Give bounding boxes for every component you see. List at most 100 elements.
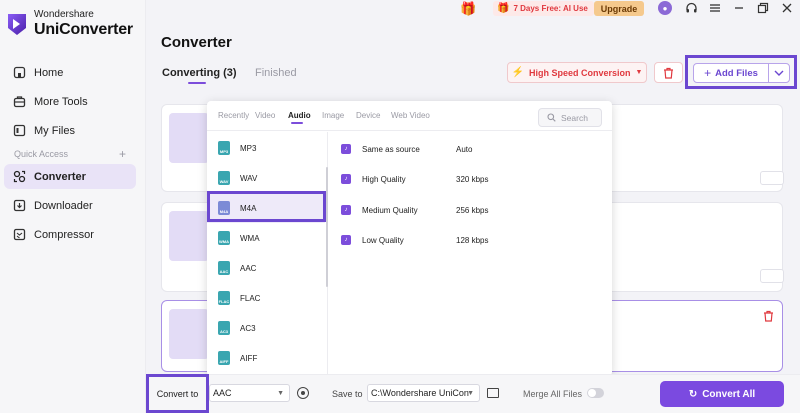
convert-all-label: Convert All <box>702 388 756 400</box>
tab-audio[interactable]: Audio <box>288 111 311 120</box>
free-trial-promo-button[interactable]: 🎁 7 Days Free: AI Use <box>493 1 594 16</box>
delete-all-button[interactable] <box>654 62 683 83</box>
quality-option[interactable]: ♪ High Quality 320 kbps <box>329 164 612 194</box>
quality-option[interactable]: ♪ Medium Quality 256 kbps <box>329 195 612 225</box>
menu-icon[interactable] <box>708 1 722 15</box>
add-files-button[interactable]: + Add Files <box>694 64 769 82</box>
sidebar-item-my-files[interactable]: My Files <box>4 118 136 143</box>
lightning-icon: ⚡ <box>511 67 524 78</box>
merge-all-files-label: Merge All Files <box>523 389 583 399</box>
card-dropdown[interactable] <box>760 171 784 185</box>
tab-image[interactable]: Image <box>322 111 344 120</box>
add-files-highlight: + Add Files <box>685 55 797 89</box>
caret-down-icon: ▼ <box>277 390 284 397</box>
toolbox-icon <box>12 95 26 109</box>
sidebar-item-converter[interactable]: Converter <box>4 164 136 189</box>
trash-icon <box>664 67 673 79</box>
sidebar-item-more-tools[interactable]: More Tools <box>4 89 136 114</box>
minimize-icon[interactable] <box>732 1 746 15</box>
tab-device[interactable]: Device <box>356 111 380 120</box>
avatar[interactable]: ● <box>658 1 672 15</box>
quick-access-label: Quick Access <box>14 149 69 159</box>
file-thumbnail <box>169 113 209 163</box>
tab-converting[interactable]: Converting (3) <box>162 67 237 79</box>
quality-option[interactable]: ♪ Low Quality 128 kbps <box>329 225 612 255</box>
sidebar-item-home[interactable]: Home <box>4 60 136 85</box>
title-bar: 🎁 🎁 7 Days Free: AI Use Upgrade ● <box>146 0 800 18</box>
plus-icon: + <box>704 66 712 80</box>
settings-icon[interactable] <box>297 387 309 399</box>
headset-support-icon[interactable] <box>684 1 698 15</box>
save-to-value: C:\Wondershare UniCon <box>371 388 469 398</box>
gift-icon: 🎁 <box>497 3 510 14</box>
format-list-scrollbar[interactable] <box>326 167 328 287</box>
format-item-aiff[interactable]: AIFF AIFF <box>207 343 325 373</box>
add-files-control: + Add Files <box>693 63 790 83</box>
app-name: UniConverter <box>34 21 133 38</box>
music-note-icon: ♪ <box>341 205 351 215</box>
music-note-icon: ♪ <box>341 174 351 184</box>
app-logo: Wondershare UniConverter <box>6 10 133 38</box>
tab-web-video[interactable]: Web Video <box>391 111 430 120</box>
home-icon <box>12 66 26 80</box>
sidebar-item-downloader[interactable]: Downloader <box>4 193 136 218</box>
page-title: Converter <box>161 34 232 51</box>
music-note-icon: ♪ <box>341 144 351 154</box>
convert-to-label[interactable]: Convert to <box>146 374 209 413</box>
convert-all-button[interactable]: ↻ Convert All <box>660 381 784 407</box>
m4a-highlight-box <box>207 191 326 222</box>
music-note-icon: ♪ <box>341 235 351 245</box>
file-thumbnail <box>169 211 209 261</box>
sidebar: Wondershare UniConverter Home More Tools… <box>0 0 146 413</box>
high-speed-label: High Speed Conversion <box>529 67 631 78</box>
sidebar-item-label: More Tools <box>34 95 88 108</box>
restore-icon[interactable] <box>756 1 770 15</box>
search-placeholder: Search <box>561 112 588 123</box>
app-brand: Wondershare <box>34 9 94 20</box>
tab-video[interactable]: Video <box>255 111 275 120</box>
sidebar-item-label: Downloader <box>34 199 93 212</box>
format-item-wma[interactable]: WMA WMA <box>207 223 325 253</box>
add-quick-access-icon[interactable]: + <box>119 147 126 161</box>
tab-finished[interactable]: Finished <box>255 67 297 79</box>
audio-file-icon: MP3 <box>218 141 230 155</box>
trash-icon[interactable] <box>763 309 774 327</box>
add-files-dropdown[interactable] <box>769 64 789 82</box>
active-tab-indicator <box>188 82 206 84</box>
search-icon <box>547 113 556 122</box>
upgrade-button[interactable]: Upgrade <box>594 1 644 16</box>
card-dropdown[interactable] <box>760 269 784 283</box>
close-icon[interactable] <box>780 1 794 15</box>
audio-file-icon: WAV <box>218 171 230 185</box>
converter-icon <box>12 170 26 184</box>
tab-recently[interactable]: Recently <box>218 111 249 120</box>
quality-option[interactable]: ♪ Same as source Auto <box>329 134 612 164</box>
audio-file-icon: AC3 <box>218 321 230 335</box>
compress-icon <box>12 228 26 242</box>
download-icon <box>12 199 26 213</box>
save-to-select[interactable]: C:\Wondershare UniCon ▼ <box>367 384 480 402</box>
merge-all-files-toggle[interactable] <box>587 388 604 398</box>
sidebar-item-compressor[interactable]: Compressor <box>4 222 136 247</box>
folder-icon[interactable] <box>487 388 499 398</box>
format-item-flac[interactable]: FLAC FLAC <box>207 283 325 313</box>
format-item-aac[interactable]: AAC AAC <box>207 253 325 283</box>
save-to-label: Save to <box>332 389 363 399</box>
format-category-tabs: Recently Video Audio Image Device Web Vi… <box>207 101 612 131</box>
format-item-ac3[interactable]: AC3 AC3 <box>207 313 325 343</box>
format-list: MP3 MP3 WAV WAV M4A M4A WMA WMA AAC AAC … <box>207 132 328 376</box>
files-icon <box>12 124 26 138</box>
format-item-mp3[interactable]: MP3 MP3 <box>207 133 325 163</box>
file-thumbnail <box>169 309 209 359</box>
format-item-wav[interactable]: WAV WAV <box>207 163 325 193</box>
convert-to-select[interactable]: AAC ▼ <box>209 384 290 402</box>
format-search-input[interactable]: Search <box>538 108 602 127</box>
high-speed-conversion-button[interactable]: ⚡ High Speed Conversion ▼ <box>507 62 647 83</box>
promo-label: 7 Days Free: AI Use <box>513 4 588 13</box>
sidebar-nav: Home More Tools My Files Quick Access + … <box>4 60 136 251</box>
convert-to-value: AAC <box>213 388 232 398</box>
sidebar-item-label: My Files <box>34 124 75 137</box>
sidebar-item-label: Compressor <box>34 228 94 241</box>
gift-icon[interactable]: 🎁 <box>460 1 476 17</box>
convert-icon: ↻ <box>688 388 698 400</box>
